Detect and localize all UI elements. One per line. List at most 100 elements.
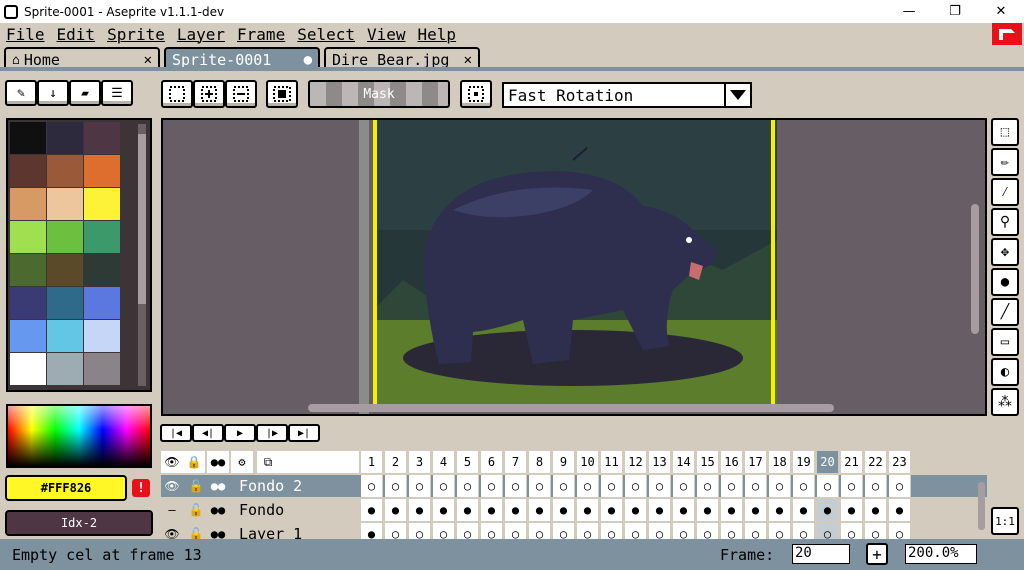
frame-header[interactable]: 2 bbox=[385, 451, 407, 473]
tool-contour[interactable]: ◐ bbox=[991, 358, 1019, 386]
timeline-cel[interactable]: ○ bbox=[793, 475, 815, 497]
eye-icon[interactable]: 👁 bbox=[161, 523, 183, 539]
palette-swatch[interactable] bbox=[84, 155, 120, 187]
continuous-icon[interactable]: ●● bbox=[207, 499, 229, 521]
timeline-cel[interactable]: ○ bbox=[793, 523, 815, 539]
layer-name[interactable]: Fondo bbox=[235, 499, 359, 521]
timeline-cel[interactable]: ○ bbox=[721, 523, 743, 539]
hidden-eye-icon[interactable]: — bbox=[161, 499, 183, 521]
timeline-cel[interactable]: ○ bbox=[865, 523, 887, 539]
timeline-cel[interactable]: ○ bbox=[481, 475, 503, 497]
timeline-cel[interactable]: ● bbox=[673, 499, 695, 521]
palette-swatch[interactable] bbox=[84, 353, 120, 385]
timeline-cel[interactable]: ○ bbox=[721, 475, 743, 497]
timeline-cel[interactable]: ○ bbox=[889, 475, 911, 497]
timeline-cel[interactable]: ○ bbox=[769, 523, 791, 539]
timeline-cel[interactable]: ● bbox=[865, 499, 887, 521]
palette-swatch[interactable] bbox=[84, 122, 120, 154]
timeline-cel[interactable]: ○ bbox=[553, 523, 575, 539]
frame-header[interactable]: 15 bbox=[697, 451, 719, 473]
layer-row-layer-1[interactable]: 👁 🔓 ●● Layer 1 ● ○ ○ ○ ○ ○ ○ ○ ○ ○ ○ ○ ○ ○ ○ ○ ○ ○ ○ ○ ○ ○ ○ bbox=[161, 523, 987, 539]
frame-header[interactable]: 18 bbox=[769, 451, 791, 473]
zoom-input[interactable]: 200.0% bbox=[905, 544, 977, 564]
timeline-cel[interactable]: ○ bbox=[745, 475, 767, 497]
timeline-cel[interactable]: ○ bbox=[577, 475, 599, 497]
close-window-button[interactable]: ✕ bbox=[978, 0, 1024, 23]
timeline-cel[interactable]: ○ bbox=[817, 475, 839, 497]
rotation-algorithm-select[interactable]: Fast Rotation bbox=[502, 82, 726, 108]
palette-swatch[interactable] bbox=[10, 254, 46, 286]
timeline-cel[interactable]: ○ bbox=[769, 475, 791, 497]
last-frame-button[interactable]: ▶| bbox=[288, 424, 320, 442]
tool-rectangle[interactable]: ▭ bbox=[991, 328, 1019, 356]
frame-header[interactable]: 11 bbox=[601, 451, 623, 473]
timeline-cel[interactable]: ● bbox=[361, 499, 383, 521]
tool-fill[interactable]: ● bbox=[991, 268, 1019, 296]
palette-swatch[interactable] bbox=[10, 122, 46, 154]
timeline-cel[interactable]: ○ bbox=[649, 523, 671, 539]
timeline-cel[interactable]: ○ bbox=[889, 523, 911, 539]
timeline-cel[interactable]: ○ bbox=[817, 523, 839, 539]
timeline-cel[interactable]: ○ bbox=[505, 523, 527, 539]
tool-eyedropper[interactable]: ⁄ bbox=[991, 178, 1019, 206]
timeline-cel[interactable]: ○ bbox=[553, 475, 575, 497]
frame-header[interactable]: 9 bbox=[553, 451, 575, 473]
timeline-cel[interactable]: ● bbox=[433, 499, 455, 521]
timeline-cel[interactable]: ○ bbox=[577, 523, 599, 539]
frame-header[interactable]: 21 bbox=[841, 451, 863, 473]
timeline-cel[interactable]: ● bbox=[841, 499, 863, 521]
timeline-cel[interactable]: ● bbox=[625, 499, 647, 521]
timeline-cel[interactable]: ○ bbox=[529, 475, 551, 497]
timeline-cel[interactable]: ○ bbox=[601, 475, 623, 497]
unlock-icon[interactable]: 🔓 bbox=[185, 499, 207, 521]
palette-swatch[interactable] bbox=[47, 320, 83, 352]
new-frame-button[interactable]: + bbox=[866, 543, 888, 565]
palette-sort-button[interactable]: ↓ bbox=[37, 80, 69, 106]
palette-swatch[interactable] bbox=[47, 188, 83, 220]
timeline-cel[interactable]: ○ bbox=[841, 475, 863, 497]
frame-header[interactable]: 19 bbox=[793, 451, 815, 473]
timeline-cel[interactable]: ○ bbox=[385, 475, 407, 497]
sprite-editor-canvas[interactable] bbox=[161, 118, 987, 416]
palette-edit-button[interactable]: ✎ bbox=[5, 80, 37, 106]
palette-swatch[interactable] bbox=[10, 221, 46, 253]
frame-header[interactable]: 6 bbox=[481, 451, 503, 473]
palette-swatch[interactable] bbox=[84, 287, 120, 319]
menu-view[interactable]: View bbox=[361, 25, 412, 44]
gear-icon[interactable]: ⚙ bbox=[231, 451, 253, 473]
selection-add-button[interactable] bbox=[193, 80, 225, 108]
timeline-cel[interactable]: ● bbox=[601, 499, 623, 521]
timeline-cel[interactable]: ○ bbox=[697, 523, 719, 539]
menu-help[interactable]: Help bbox=[412, 25, 463, 44]
editor-vertical-scrollbar[interactable] bbox=[971, 204, 979, 334]
onion-skin-icon[interactable]: ⧉ bbox=[257, 451, 279, 473]
minimize-button[interactable]: — bbox=[886, 0, 932, 23]
timeline-cel[interactable]: ○ bbox=[625, 475, 647, 497]
layer-name[interactable]: Layer 1 bbox=[235, 523, 359, 539]
frame-header[interactable]: 7 bbox=[505, 451, 527, 473]
timeline-cel[interactable]: ○ bbox=[673, 523, 695, 539]
continuous-icon[interactable]: ●● bbox=[207, 523, 229, 539]
palette-swatch[interactable] bbox=[47, 254, 83, 286]
unlock-icon[interactable]: 🔓 bbox=[185, 523, 207, 539]
timeline-cel[interactable]: ○ bbox=[697, 475, 719, 497]
sprite-image[interactable] bbox=[373, 120, 777, 404]
foreground-color-button[interactable]: #FFF826 bbox=[5, 475, 127, 501]
unlock-icon[interactable]: 🔓 bbox=[185, 475, 207, 497]
previous-frame-button[interactable]: ◀| bbox=[192, 424, 224, 442]
menu-edit[interactable]: Edit bbox=[51, 25, 102, 44]
play-button[interactable]: ▶ bbox=[224, 424, 256, 442]
layer-row-fondo-2[interactable]: 👁 🔓 ●● Fondo 2 ○ ○ ○ ○ ○ ○ ○ ○ ○ ○ ○ ○ ○ ○ ○ ○ ○ ○ ○ ○ ○ ○ ○ bbox=[161, 475, 987, 497]
palette-swatch[interactable] bbox=[47, 353, 83, 385]
tool-marquee[interactable]: ⬚ bbox=[991, 118, 1019, 146]
frame-header[interactable]: 17 bbox=[745, 451, 767, 473]
timeline-cel[interactable]: ● bbox=[649, 499, 671, 521]
next-frame-button[interactable]: |▶ bbox=[256, 424, 288, 442]
editor-horizontal-scrollbar[interactable] bbox=[308, 404, 834, 412]
news-flag-icon[interactable] bbox=[992, 23, 1022, 45]
menu-layer[interactable]: Layer bbox=[171, 25, 231, 44]
timeline-cel[interactable]: ○ bbox=[505, 475, 527, 497]
timeline-cel[interactable]: ○ bbox=[457, 523, 479, 539]
tab-dire-bear-close-icon[interactable]: ✕ bbox=[464, 52, 472, 68]
timeline-cel[interactable]: ● bbox=[745, 499, 767, 521]
